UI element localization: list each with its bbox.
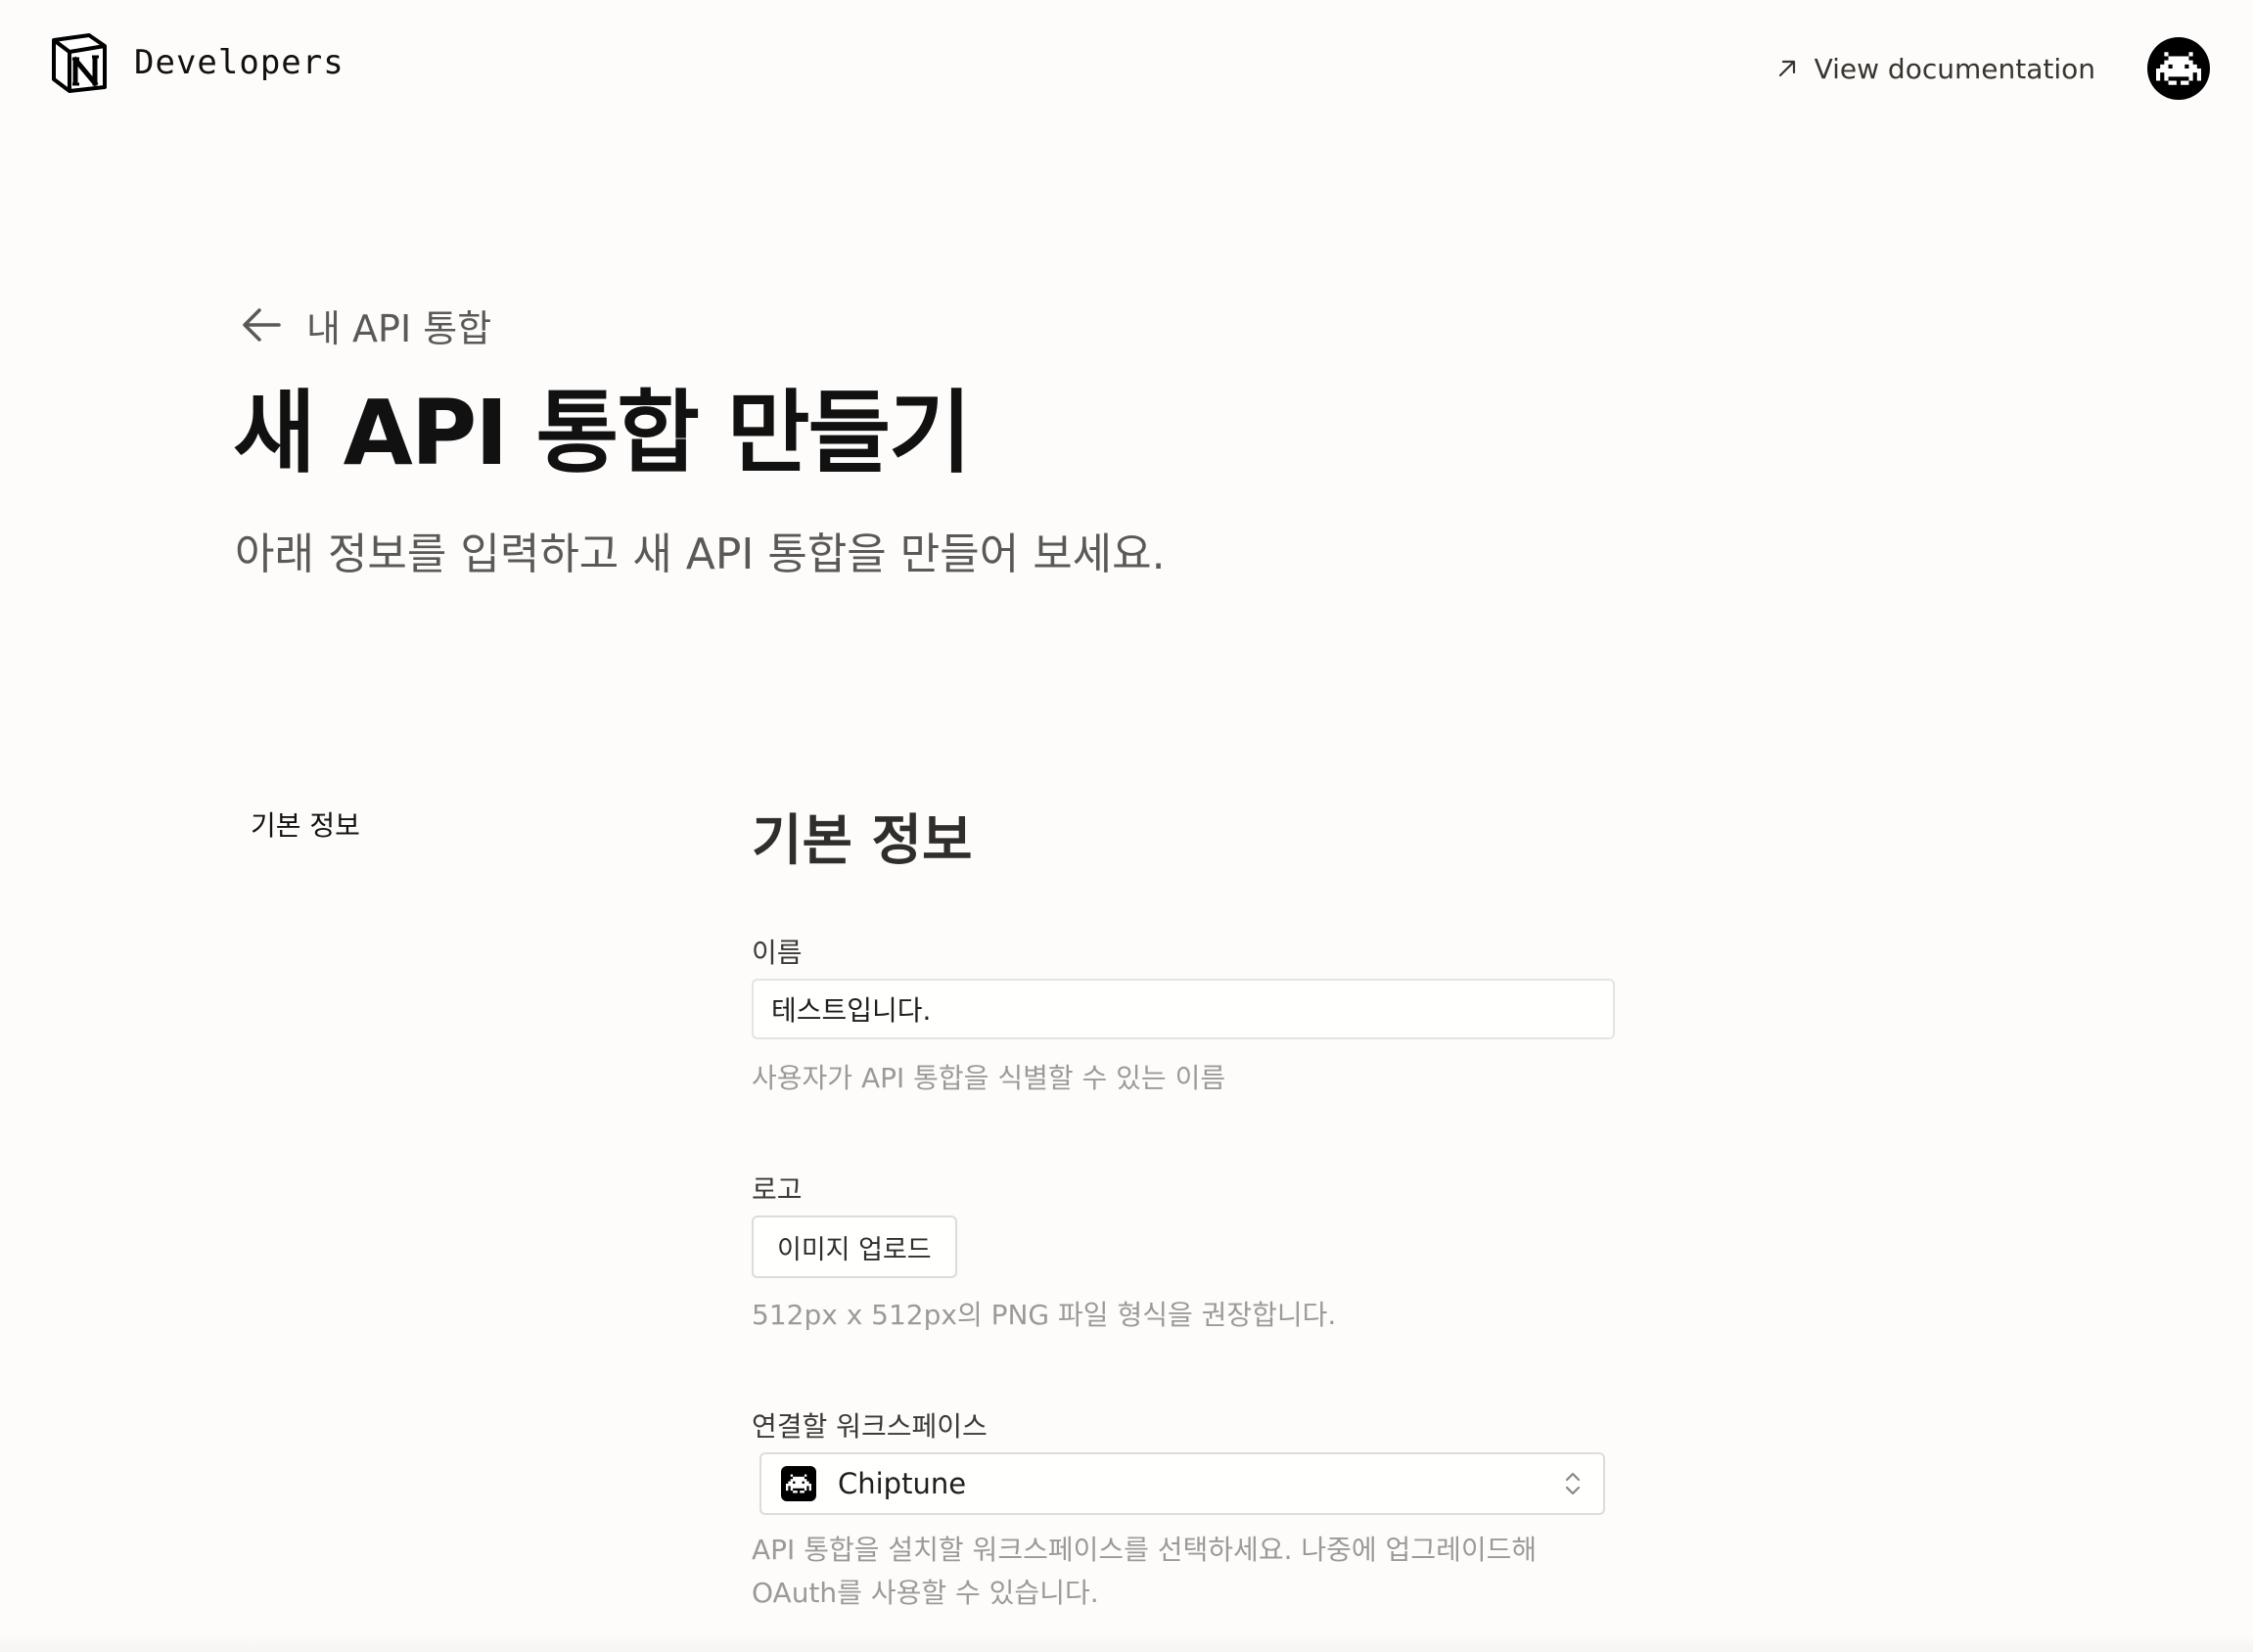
notion-logo-icon [52, 33, 107, 93]
workspace-icon [781, 1466, 816, 1501]
page-subtitle: 아래 정보를 입력하고 새 API 통합을 만들어 보세요. [235, 529, 1166, 579]
space-invader-icon [2156, 52, 2201, 85]
avatar[interactable] [2147, 37, 2210, 100]
brand-home-link[interactable]: Developers [50, 31, 345, 94]
section-title: 기본 정보 [752, 809, 973, 873]
logo-help-text: 512px x 512px의 PNG 파일 형식을 권장합니다. [752, 1299, 1337, 1331]
workspace-selected-value: Chiptune [838, 1467, 967, 1500]
view-documentation-link[interactable]: View documentation [1775, 45, 2095, 92]
back-to-my-integrations-link[interactable]: 내 API 통합 [240, 299, 491, 350]
bottom-fade [0, 1634, 2253, 1652]
workspace-help-line-2: OAuth를 사용할 수 있습니다. [752, 1577, 1099, 1609]
workspace-help-text: API 통합을 설치할 워크스페이스를 선택하세요. 나중에 업그레이드해 OA… [752, 1529, 1537, 1615]
name-input[interactable] [752, 979, 1615, 1039]
workspace-field-label: 연결할 워크스페이스 [752, 1410, 988, 1443]
workspace-select[interactable]: Chiptune [759, 1452, 1605, 1515]
top-bar: Developers View documentation [0, 0, 2253, 131]
view-documentation-label: View documentation [1814, 52, 2095, 85]
brand-label: Developers [134, 43, 345, 82]
arrow-left-icon [243, 308, 281, 342]
arrow-up-right-icon [1778, 60, 1795, 77]
section-nav-basic-info[interactable]: 기본 정보 [251, 804, 360, 844]
name-field-label: 이름 [752, 937, 803, 969]
chevron-up-down-icon [1565, 1472, 1581, 1495]
upload-image-button[interactable]: 이미지 업로드 [752, 1216, 957, 1278]
page-title: 새 API 통합 만들기 [233, 381, 972, 485]
workspace-help-line-1: API 통합을 설치할 워크스페이스를 선택하세요. 나중에 업그레이드해 [752, 1534, 1538, 1566]
logo-field-label: 로고 [752, 1173, 803, 1206]
back-link-label: 내 API 통합 [306, 306, 492, 350]
name-help-text: 사용자가 API 통합을 식별할 수 있는 이름 [752, 1062, 1226, 1094]
space-invader-icon [786, 1474, 811, 1493]
